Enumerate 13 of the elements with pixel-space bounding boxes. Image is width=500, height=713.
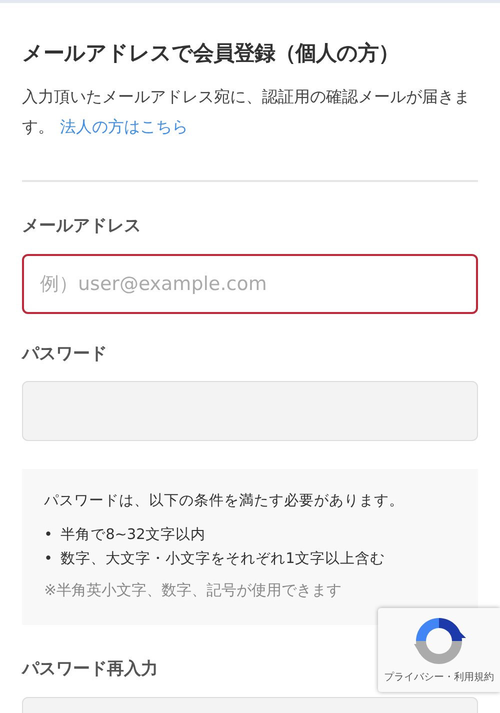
requirement-item: 数字、大文字・小文字をそれぞれ1文字以上含む	[60, 550, 385, 569]
field-label: メールアドレス	[22, 215, 141, 238]
field-label: パスワード	[22, 342, 107, 366]
requirement-item: 半角で8~32文字以内	[60, 526, 206, 545]
requirements-footnote: ※半角英小文字、数字、記号が使用できます	[44, 580, 343, 601]
requirements-intro: パスワードは、以下の条件を満たす必要があります。	[44, 492, 405, 512]
recaptcha-terms-text[interactable]: プライバシー・利用規約	[384, 670, 494, 685]
field-label: パスワード再入力	[22, 658, 158, 682]
bullet-mark: •	[44, 526, 53, 545]
bullet-mark: •	[44, 550, 53, 569]
input-field[interactable]: 例）user@example.com	[22, 254, 478, 314]
description-text: 入力頂いたメールアドレス宛に、認証用の確認メールが届きます。 法人の方はこちら	[22, 86, 471, 138]
page-title: メールアドレスで会員登録（個人の方）	[22, 41, 400, 66]
